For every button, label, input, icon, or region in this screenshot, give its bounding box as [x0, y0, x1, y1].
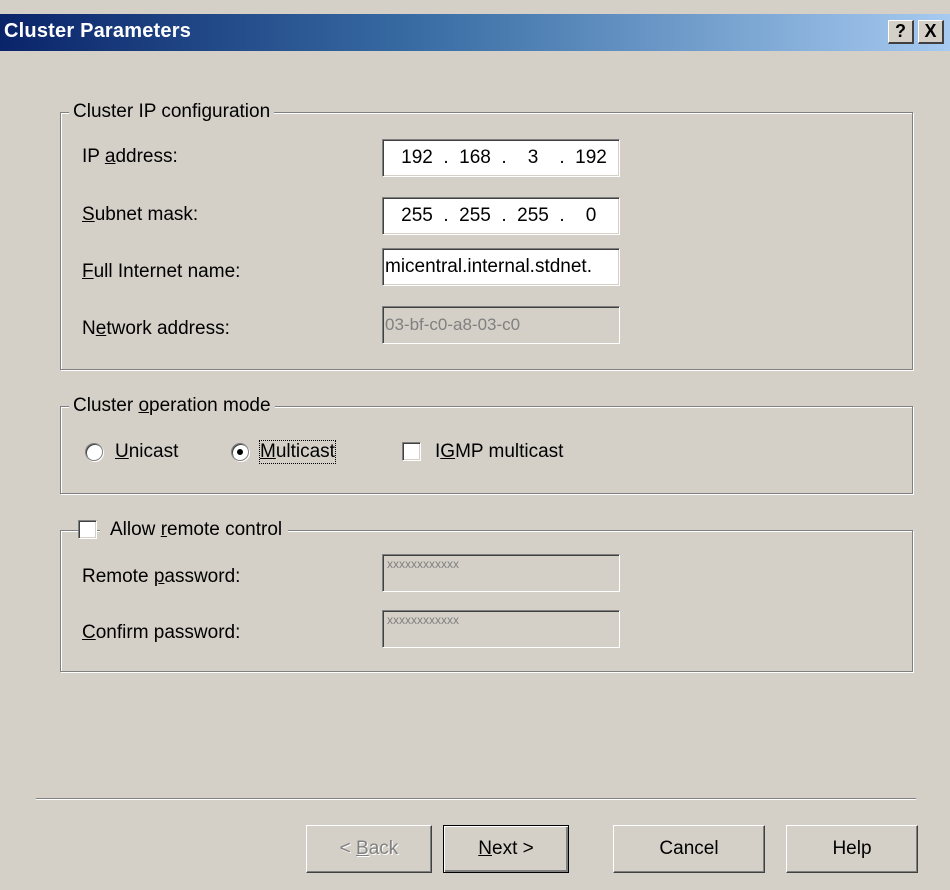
- cancel-button[interactable]: Cancel: [613, 825, 765, 873]
- back-button[interactable]: < Back: [306, 825, 432, 873]
- remote-password-input: xxxxxxxxxxxx: [382, 554, 620, 592]
- ip-address-label: IP address:: [82, 146, 178, 167]
- button-separator: [36, 798, 916, 800]
- cluster-parameters-dialog: Cluster Parameters ? X Cluster IP config…: [0, 0, 950, 890]
- mask-octet-4[interactable]: 0: [567, 198, 615, 234]
- allow-remote-control-checkbox[interactable]: [78, 520, 97, 539]
- mask-dot: .: [443, 205, 449, 226]
- ip-dot: .: [443, 147, 449, 168]
- mask-dot: .: [501, 205, 507, 226]
- remote-password-label: Remote password:: [82, 566, 241, 587]
- igmp-multicast-label[interactable]: IGMP multicast: [435, 441, 563, 463]
- help-button[interactable]: Help: [786, 825, 918, 873]
- mask-octet-3[interactable]: 255: [509, 198, 557, 234]
- close-button[interactable]: X: [918, 20, 944, 44]
- ip-dot: .: [559, 147, 565, 168]
- ip-dot: .: [501, 147, 507, 168]
- network-address-label: Network address:: [82, 318, 230, 339]
- multicast-label[interactable]: Multicast: [259, 440, 336, 464]
- remote-control-group: [60, 530, 913, 672]
- ip-octet-3[interactable]: 3: [509, 140, 557, 176]
- radio-selected-dot: [237, 449, 243, 455]
- subnet-mask-input[interactable]: 255 . 255 . 255 . 0: [382, 197, 620, 235]
- unicast-radio[interactable]: [85, 443, 103, 461]
- full-internet-name-input[interactable]: micentral.internal.stdnet.: [382, 248, 620, 286]
- igmp-multicast-checkbox[interactable]: [402, 442, 421, 461]
- mask-octet-1[interactable]: 255: [393, 198, 441, 234]
- ip-octet-2[interactable]: 168: [451, 140, 499, 176]
- window-title: Cluster Parameters: [4, 20, 192, 42]
- operation-mode-legend: Cluster operation mode: [69, 395, 275, 417]
- help-caption-button[interactable]: ?: [888, 20, 914, 44]
- full-internet-name-label: Full Internet name:: [82, 261, 241, 282]
- title-bar[interactable]: Cluster Parameters ? X: [0, 14, 950, 51]
- confirm-password-label: Confirm password:: [82, 622, 241, 643]
- next-button[interactable]: Next >: [443, 825, 569, 873]
- ip-octet-4[interactable]: 192: [567, 140, 615, 176]
- ip-config-legend: Cluster IP configuration: [69, 101, 275, 123]
- multicast-radio[interactable]: [231, 443, 249, 461]
- network-address-field: 03-bf-c0-a8-03-c0: [382, 306, 620, 344]
- allow-remote-control-label[interactable]: Allow remote control: [100, 519, 289, 541]
- unicast-label[interactable]: Unicast: [115, 441, 178, 463]
- ip-address-input[interactable]: 192 . 168 . 3 . 192: [382, 139, 620, 177]
- subnet-mask-label: Subnet mask:: [82, 204, 199, 225]
- confirm-password-input: xxxxxxxxxxxx: [382, 610, 620, 648]
- ip-octet-1[interactable]: 192: [393, 140, 441, 176]
- mask-octet-2[interactable]: 255: [451, 198, 499, 234]
- mask-dot: .: [559, 205, 565, 226]
